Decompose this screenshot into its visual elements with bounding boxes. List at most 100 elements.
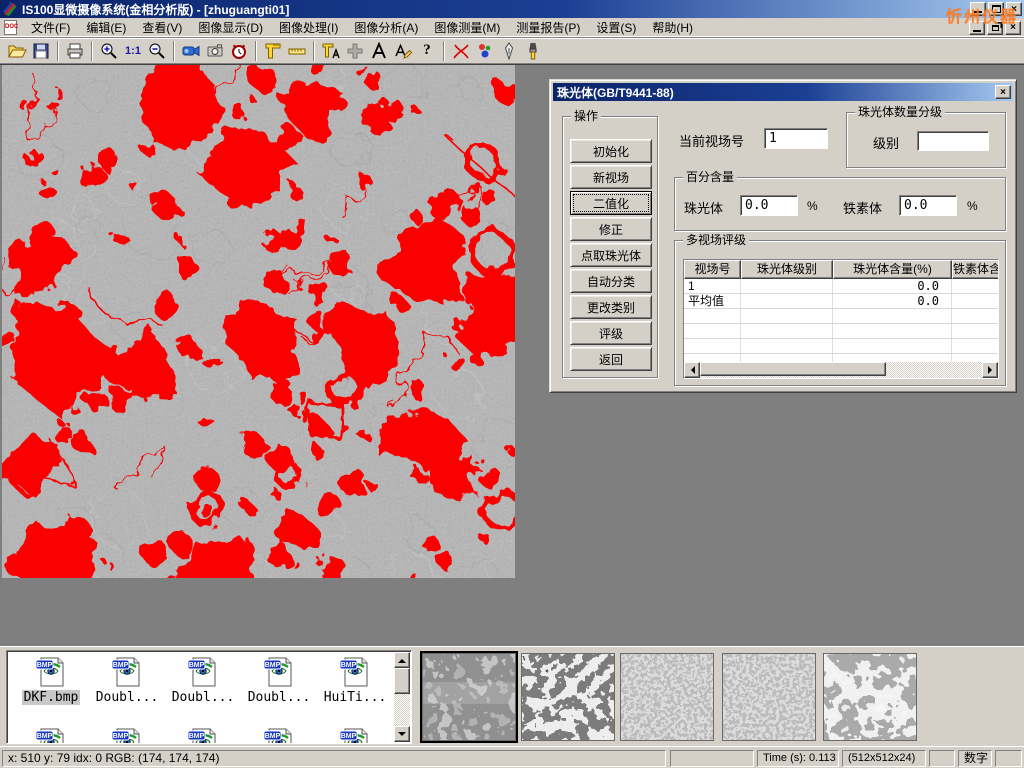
color-mark-button[interactable] xyxy=(473,40,497,62)
table-column-header[interactable]: 珠光体含量(%) xyxy=(833,260,952,279)
micrograph-image[interactable] xyxy=(2,65,515,578)
close-button[interactable]: × xyxy=(1006,2,1022,16)
scrollbar-thumb[interactable] xyxy=(394,668,410,694)
child-close-button[interactable]: × xyxy=(1005,21,1021,35)
file-item[interactable]: BMP xyxy=(91,727,163,744)
file-item[interactable]: BMPDoubl... xyxy=(167,656,239,706)
table-column-header[interactable]: 铁素体含量(%) xyxy=(952,260,999,279)
menu-image-display[interactable]: 图像显示(D) xyxy=(190,17,271,38)
dialog-title-bar: 珠光体(GB/T9441-88) × xyxy=(553,83,1013,101)
dialog-button-binarize[interactable]: 二值化 xyxy=(570,191,652,215)
scrollbar-track[interactable] xyxy=(700,362,982,378)
scroll-up-button[interactable] xyxy=(394,652,410,668)
table-row[interactable] xyxy=(684,309,998,324)
file-item[interactable]: BMP xyxy=(319,727,391,744)
dialog-close-button[interactable]: × xyxy=(995,85,1011,99)
table-horizontal-scrollbar[interactable] xyxy=(684,362,998,378)
menu-view[interactable]: 查看(V) xyxy=(134,17,190,38)
ferrite-percent-input[interactable] xyxy=(899,195,957,216)
scroll-left-button[interactable] xyxy=(684,362,700,378)
file-item[interactable]: BMPHuiTi... xyxy=(319,656,391,706)
svg-text:BMP: BMP xyxy=(37,733,53,740)
dialog-button-revise[interactable]: 修正 xyxy=(570,217,652,241)
table-row[interactable] xyxy=(684,339,998,354)
dialog-button-new-field[interactable]: 新视场 xyxy=(570,165,652,189)
print-button[interactable] xyxy=(63,40,87,62)
photo-capture-button[interactable] xyxy=(203,40,227,62)
minimize-button[interactable] xyxy=(970,2,986,16)
pen-tool-button[interactable] xyxy=(497,40,521,62)
file-item[interactable]: BMPDKF.bmp xyxy=(15,656,87,706)
ruler-measure-button[interactable] xyxy=(285,40,309,62)
scrollbar-thumb[interactable] xyxy=(700,362,886,376)
curve-tool-button[interactable] xyxy=(449,40,473,62)
child-minimize-button[interactable] xyxy=(969,21,985,35)
maximize-button[interactable] xyxy=(988,2,1004,16)
scroll-down-button[interactable] xyxy=(394,726,410,742)
brush-tool-button[interactable] xyxy=(521,40,545,62)
menu-measure-report[interactable]: 测量报告(P) xyxy=(508,17,588,38)
table-column-header[interactable]: 珠光体级别 xyxy=(741,260,833,279)
menu-image-process[interactable]: 图像处理(I) xyxy=(271,17,346,38)
menu-image-measure[interactable]: 图像测量(M) xyxy=(426,17,508,38)
menu-edit[interactable]: 编辑(E) xyxy=(78,17,134,38)
arrow-up-icon xyxy=(398,655,406,663)
multi-field-group: 多视场评级 视场号珠光体级别珠光体含量(%)铁素体含量(%) 10.0平均值0.… xyxy=(674,240,1006,386)
scroll-right-button[interactable] xyxy=(982,362,998,378)
document-icon[interactable]: DOC xyxy=(4,20,17,35)
file-name: HuiTi... xyxy=(322,690,389,705)
current-field-label: 当前视场号 xyxy=(679,131,744,150)
dialog-button-return[interactable]: 返回 xyxy=(570,347,652,371)
dialog-button-pick-pearlite[interactable]: 点取珠光体 xyxy=(570,243,652,267)
thumbnail-2[interactable] xyxy=(521,653,615,741)
image-size-panel: (512x512x24) xyxy=(842,750,926,767)
thumbnail-5[interactable] xyxy=(823,653,917,741)
toolbar-separator xyxy=(313,41,315,61)
file-item[interactable]: BMP xyxy=(243,727,315,744)
table-row[interactable] xyxy=(684,324,998,339)
dialog-button-rate[interactable]: 评级 xyxy=(570,321,652,345)
child-restore-button[interactable] xyxy=(987,21,1003,35)
video-capture-button[interactable] xyxy=(179,40,203,62)
text-button[interactable] xyxy=(367,40,391,62)
dialog-button-initialize[interactable]: 初始化 xyxy=(570,139,652,163)
thumbnail-3[interactable] xyxy=(620,653,714,741)
maximize-icon xyxy=(992,5,1001,13)
table-column-header[interactable]: 视场号 xyxy=(684,260,741,279)
file-item[interactable]: BMPDoubl... xyxy=(91,656,163,706)
help-button[interactable]: ? xyxy=(415,40,439,62)
dialog-button-auto-classify[interactable]: 自动分类 xyxy=(570,269,652,293)
annotate-button[interactable] xyxy=(391,40,415,62)
open-button[interactable] xyxy=(5,40,29,62)
dialog-button-change-class[interactable]: 更改类别 xyxy=(570,295,652,319)
toolbar-separator xyxy=(443,41,445,61)
file-item[interactable]: BMPDoubl... xyxy=(243,656,315,706)
menu-help[interactable]: 帮助(H) xyxy=(644,17,701,38)
pearlite-percent-input[interactable] xyxy=(740,195,798,216)
file-item[interactable]: BMP xyxy=(167,727,239,744)
table-cell xyxy=(952,294,998,308)
current-field-input[interactable] xyxy=(764,128,828,149)
restore-icon xyxy=(992,25,999,31)
file-list-scrollbar[interactable] xyxy=(394,652,410,742)
thumbnail-4[interactable] xyxy=(722,653,816,741)
caliper-measure-button[interactable] xyxy=(261,40,285,62)
help-icon: ? xyxy=(423,42,431,59)
thumbnail-1[interactable] xyxy=(422,653,516,741)
toolbar-separator xyxy=(255,41,257,61)
zoom-in-button[interactable] xyxy=(97,40,121,62)
table-row[interactable]: 平均值0.0 xyxy=(684,294,998,309)
menu-file[interactable]: 文件(F) xyxy=(23,17,78,38)
timer-button[interactable] xyxy=(227,40,251,62)
zoom-out-button[interactable] xyxy=(145,40,169,62)
table-row[interactable]: 10.0 xyxy=(684,279,998,294)
actual-size-button[interactable]: 1:1 xyxy=(121,40,145,62)
menu-settings[interactable]: 设置(S) xyxy=(588,17,644,38)
measure-text-button[interactable] xyxy=(319,40,343,62)
grade-input[interactable] xyxy=(917,131,989,151)
save-button[interactable] xyxy=(29,40,53,62)
file-list[interactable]: BMPDKF.bmpBMPBMPDoubl...BMPBMPDoubl...BM… xyxy=(6,650,412,744)
menu-image-analysis[interactable]: 图像分析(A) xyxy=(346,17,426,38)
pattern-block-button[interactable] xyxy=(343,40,367,62)
file-item[interactable]: BMP xyxy=(15,727,87,744)
